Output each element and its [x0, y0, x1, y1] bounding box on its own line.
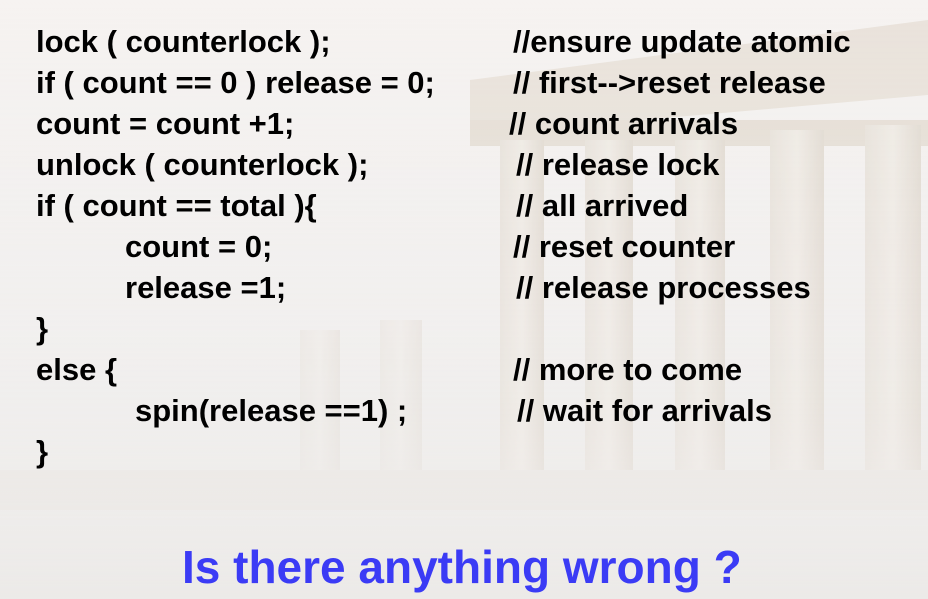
code-line-2: if ( count == 0 ) release = 0;	[36, 65, 435, 100]
code-line-1: lock ( counterlock );	[36, 24, 331, 59]
comment-line-5: // all arrived	[516, 188, 689, 223]
comment-line-2: // first-->reset release	[513, 65, 826, 100]
comment-line-4: // release lock	[516, 147, 720, 182]
code-line-10: spin(release ==1) ;	[135, 393, 408, 428]
code-line-8: }	[36, 311, 49, 346]
code-line-3: count = count +1;	[36, 106, 295, 141]
code-line-9: else {	[36, 352, 118, 387]
code-line-6: count = 0;	[125, 229, 273, 264]
comment-line-8: // more to come	[513, 352, 743, 387]
code-line-5: if ( count == total ){	[36, 188, 317, 223]
code-line-7: release =1;	[125, 270, 287, 305]
question-heading: Is there anything wrong ?	[182, 541, 742, 593]
code-line-4: unlock ( counterlock );	[36, 147, 369, 182]
comment-line-1: //ensure update atomic	[513, 24, 851, 59]
comment-line-9: // wait for arrivals	[517, 393, 772, 428]
comment-line-3: // count arrivals	[509, 106, 739, 141]
slide: lock ( counterlock ); if ( count == 0 ) …	[0, 0, 928, 599]
comment-line-6: // reset counter	[513, 229, 736, 264]
code-line-11: }	[36, 434, 49, 469]
comment-line-7: // release processes	[516, 270, 811, 305]
